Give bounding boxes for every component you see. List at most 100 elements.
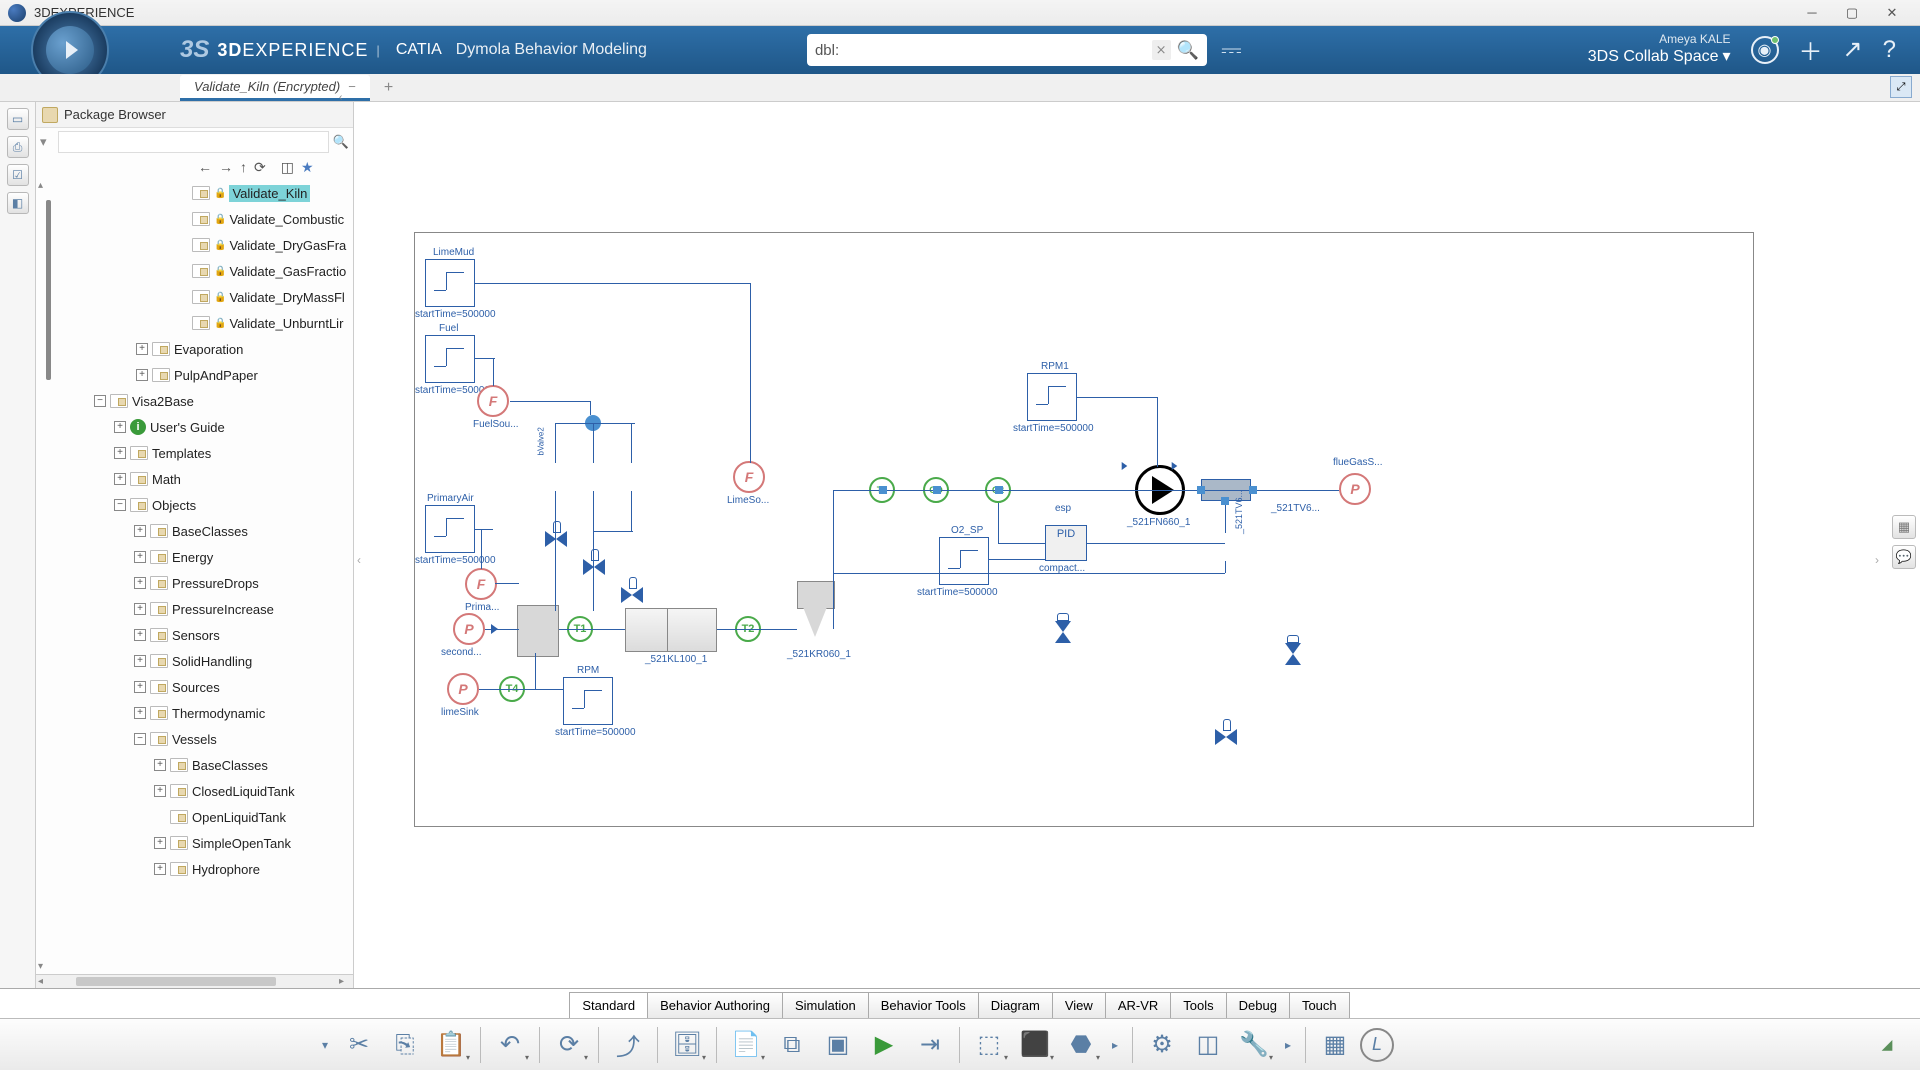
- search-icon[interactable]: 🔍: [1177, 40, 1199, 61]
- tree-item[interactable]: +Thermodynamic: [36, 700, 353, 726]
- tree-item[interactable]: +Sources: [36, 674, 353, 700]
- expander-icon[interactable]: −: [94, 395, 106, 407]
- sidebar-collapse-icon[interactable]: ‹: [339, 92, 353, 106]
- sink-lime[interactable]: P: [447, 673, 479, 705]
- sidebar-menu-icon[interactable]: ▾: [40, 134, 54, 150]
- tree-item[interactable]: +Templates: [36, 440, 353, 466]
- search-clear-icon[interactable]: ⨯: [1152, 40, 1171, 60]
- bottom-tab[interactable]: Tools: [1170, 992, 1226, 1018]
- expander-icon[interactable]: +: [134, 551, 146, 563]
- undo-button[interactable]: ↶▾: [489, 1024, 531, 1066]
- sidebar-search-input[interactable]: [58, 131, 329, 153]
- tree-item[interactable]: +SolidHandling: [36, 648, 353, 674]
- tree-item[interactable]: 🔒Validate_UnburntLir: [36, 310, 353, 336]
- gutter-icon-1[interactable]: ▭: [7, 108, 29, 130]
- play-arrow[interactable]: ▸: [1106, 1024, 1124, 1066]
- search-input[interactable]: [815, 42, 1152, 59]
- nav-fwd-icon[interactable]: →: [217, 159, 235, 175]
- expander-icon[interactable]: +: [134, 577, 146, 589]
- import-button[interactable]: ⇥: [909, 1024, 951, 1066]
- tree-item[interactable]: +PressureDrops: [36, 570, 353, 596]
- maximize-button[interactable]: ▢: [1832, 0, 1872, 26]
- step-limemud[interactable]: [425, 259, 475, 307]
- refresh-button[interactable]: ⟳▾: [548, 1024, 590, 1066]
- document-button[interactable]: 📄▾: [725, 1024, 767, 1066]
- nav-favorite-icon[interactable]: ★: [299, 159, 316, 176]
- tree-item[interactable]: 🔒Validate_DryGasFra: [36, 232, 353, 258]
- tool-c-button[interactable]: 🔧▾: [1233, 1024, 1275, 1066]
- tree-item[interactable]: 🔒Validate_Kiln: [36, 180, 353, 206]
- expander-icon[interactable]: +: [114, 447, 126, 459]
- expander-icon[interactable]: +: [136, 343, 148, 355]
- step-primair[interactable]: [425, 505, 475, 553]
- tree-scroll-down[interactable]: ▾: [38, 961, 50, 972]
- tree-item[interactable]: +ClosedLiquidTank: [36, 778, 353, 804]
- expander-icon[interactable]: +: [154, 837, 166, 849]
- bottom-tab[interactable]: Simulation: [782, 992, 869, 1018]
- cut-button[interactable]: ✂: [338, 1024, 380, 1066]
- expander-icon[interactable]: +: [134, 603, 146, 615]
- gutter-icon-3[interactable]: ☑: [7, 164, 29, 186]
- expander-icon[interactable]: +: [134, 525, 146, 537]
- tree-item[interactable]: +Sensors: [36, 622, 353, 648]
- source-fuel[interactable]: F: [477, 385, 509, 417]
- tree-scrollbar[interactable]: [46, 200, 51, 380]
- tree-item[interactable]: −Vessels: [36, 726, 353, 752]
- grid-button[interactable]: ▦: [1314, 1024, 1356, 1066]
- right-icon-1[interactable]: ▦: [1892, 515, 1916, 539]
- bottom-tab[interactable]: Behavior Tools: [868, 992, 979, 1018]
- tree-item[interactable]: 🔒Validate_GasFractio: [36, 258, 353, 284]
- pid-block[interactable]: PID: [1045, 525, 1087, 561]
- tree-item[interactable]: +Evaporation: [36, 336, 353, 362]
- tree-item[interactable]: +SimpleOpenTank: [36, 830, 353, 856]
- tree-item[interactable]: +PressureIncrease: [36, 596, 353, 622]
- tree-item[interactable]: +iUser's Guide: [36, 414, 353, 440]
- expander-icon[interactable]: +: [114, 473, 126, 485]
- expander-icon[interactable]: +: [134, 707, 146, 719]
- nav-reload-icon[interactable]: ⟳: [252, 159, 268, 176]
- tab-add-button[interactable]: +: [384, 79, 393, 101]
- duplicate-button[interactable]: ⧉: [771, 1024, 813, 1066]
- expander-icon[interactable]: +: [134, 655, 146, 667]
- bottom-tab[interactable]: Behavior Authoring: [647, 992, 783, 1018]
- bottom-tab[interactable]: Debug: [1226, 992, 1290, 1018]
- canvas-panel-right[interactable]: ›: [1870, 545, 1884, 575]
- step-rpm[interactable]: [563, 677, 613, 725]
- tree-scroll-up[interactable]: ▴: [38, 180, 50, 191]
- source-primair[interactable]: F: [465, 568, 497, 600]
- tree-item[interactable]: 🔒Validate_DryMassFl: [36, 284, 353, 310]
- help-icon[interactable]: ?: [1883, 36, 1896, 64]
- tree-hscrollbar[interactable]: ◂ ▸: [36, 974, 353, 988]
- expander-icon[interactable]: +: [136, 369, 148, 381]
- profile-icon[interactable]: [1751, 36, 1779, 64]
- assembly-button[interactable]: ⬚▾: [968, 1024, 1010, 1066]
- source-second[interactable]: P: [453, 613, 485, 645]
- package-tree[interactable]: ▴ ▾ 🔒Validate_Kiln🔒Validate_Combustic🔒Va…: [36, 178, 353, 974]
- tree-scroll-right[interactable]: ▸: [339, 976, 351, 987]
- step-rpm1[interactable]: [1027, 373, 1077, 421]
- step-o2sp[interactable]: [939, 537, 989, 585]
- minimize-button[interactable]: ─: [1792, 0, 1832, 26]
- valve-bv2[interactable]: [545, 521, 567, 549]
- valve-esp[interactable]: [1051, 621, 1079, 643]
- bottom-tab[interactable]: Touch: [1289, 992, 1350, 1018]
- canvas[interactable]: ‹ › ▦ 💬 LimeMud startTime=500000 Fuel st…: [354, 102, 1920, 988]
- tree-item[interactable]: −Objects: [36, 492, 353, 518]
- export-button[interactable]: ⤴: [607, 1024, 649, 1066]
- source-limeso[interactable]: F: [733, 461, 765, 493]
- run-button[interactable]: ▶: [863, 1024, 905, 1066]
- paste-button[interactable]: 📋▾: [430, 1024, 472, 1066]
- layer-button[interactable]: L: [1360, 1028, 1394, 1062]
- add-icon[interactable]: ＋: [1799, 32, 1823, 67]
- valve-bv4[interactable]: [621, 577, 643, 605]
- toolbar-dropdown[interactable]: ▾: [316, 1024, 334, 1066]
- right-icon-2[interactable]: 💬: [1892, 545, 1916, 569]
- collapse-ribbon-button[interactable]: ⤢: [1890, 76, 1912, 98]
- expander-icon[interactable]: −: [134, 733, 146, 745]
- gutter-icon-2[interactable]: ⎙: [7, 136, 29, 158]
- valve-tv6[interactable]: [1281, 643, 1309, 665]
- close-button[interactable]: ✕: [1872, 0, 1912, 26]
- bottom-tab[interactable]: Standard: [569, 992, 648, 1018]
- cyclone-block[interactable]: [797, 581, 833, 639]
- expander-icon[interactable]: +: [154, 863, 166, 875]
